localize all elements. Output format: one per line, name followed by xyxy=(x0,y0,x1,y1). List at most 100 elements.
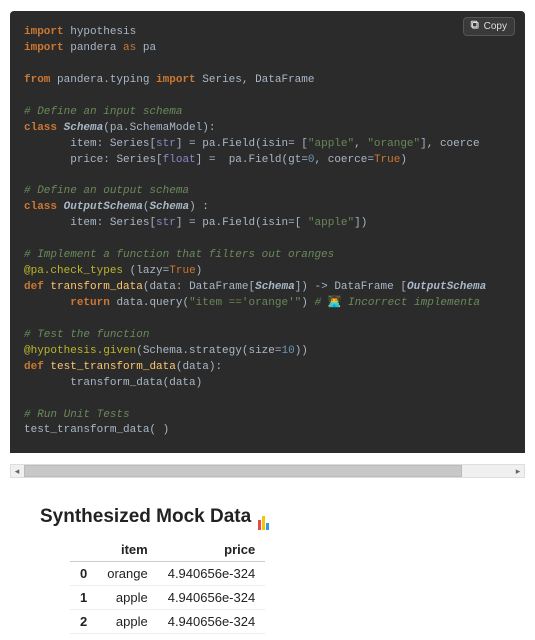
module-path: pandera.typing xyxy=(57,74,149,86)
type-param: OutputSchema xyxy=(407,281,486,293)
kwarg: coerce xyxy=(328,154,368,166)
table-row: 0 orange 4.940656e-324 xyxy=(70,562,265,586)
scroll-left-arrow-icon[interactable]: ◂ xyxy=(11,465,23,477)
decorator: @hypothesis.given xyxy=(24,345,136,357)
comment: # Define an input schema xyxy=(24,106,182,118)
type-float: float xyxy=(163,154,196,166)
attr-name: price xyxy=(70,154,103,166)
kwarg: isin xyxy=(262,138,288,150)
kw-class: class xyxy=(24,201,57,213)
string: "orange" xyxy=(367,138,420,150)
comment: # Implement a function that filters out … xyxy=(24,249,334,261)
comment: Incorrect implementa xyxy=(348,297,480,309)
module-name: pandera xyxy=(70,42,116,54)
copy-button[interactable]: Copy xyxy=(463,17,515,36)
cell-price: 4.940656e-324 xyxy=(158,562,265,586)
call: pa.Field xyxy=(202,138,255,150)
import-names: Series, DataFrame xyxy=(202,74,314,86)
cell-item: apple xyxy=(97,586,157,610)
kw-import: import xyxy=(24,26,64,38)
scroll-right-arrow-icon[interactable]: ▸ xyxy=(512,465,524,477)
type: Series xyxy=(116,154,156,166)
kwarg: lazy xyxy=(136,265,162,277)
code-block: import hypothesis import pandera as pa f… xyxy=(10,11,525,453)
param: data xyxy=(182,361,208,373)
kwarg: gt xyxy=(288,154,301,166)
data-table: item price 0 orange 4.940656e-324 1 appl… xyxy=(70,538,265,634)
type: DataFrame xyxy=(334,281,393,293)
type-str: str xyxy=(156,138,176,150)
base-class: Schema xyxy=(149,201,189,213)
table-header-row: item price xyxy=(70,538,265,562)
scrollbar-track[interactable] xyxy=(24,465,511,477)
kw-import: import xyxy=(24,42,64,54)
content-section: Synthesized Mock Data item price 0 orang… xyxy=(0,490,535,640)
class-name: OutputSchema xyxy=(64,201,143,213)
type-param: Schema xyxy=(255,281,295,293)
col-index xyxy=(70,538,97,562)
attr-name: item xyxy=(70,217,96,229)
call: pa.Field xyxy=(229,154,282,166)
call: test_transform_data( ) xyxy=(24,424,169,436)
type-str: str xyxy=(156,217,176,229)
comment: # Test the function xyxy=(24,329,149,341)
decorator: @pa.check_types xyxy=(24,265,123,277)
copy-icon xyxy=(470,20,480,33)
cell-price: 4.940656e-324 xyxy=(158,610,265,634)
col-item: item xyxy=(97,538,157,562)
kw-as: as xyxy=(123,42,136,54)
string: "item =='orange'" xyxy=(189,297,301,309)
arrow: -> xyxy=(315,281,328,293)
row-index: 2 xyxy=(70,610,97,634)
comment: # Run Unit Tests xyxy=(24,409,130,421)
cell-item: apple xyxy=(97,610,157,634)
comment: # Define an output schema xyxy=(24,185,189,197)
kw-return: return xyxy=(70,297,110,309)
section-heading: Synthesized Mock Data xyxy=(40,506,495,528)
horizontal-scrollbar[interactable]: ◂ ▸ xyxy=(10,464,525,478)
string: "apple" xyxy=(308,217,354,229)
bool: True xyxy=(374,154,400,166)
copy-button-label: Copy xyxy=(484,21,507,32)
call: Schema.strategy xyxy=(143,345,242,357)
kw-def: def xyxy=(24,361,44,373)
module-name: hypothesis xyxy=(70,26,136,38)
table-row: 1 apple 4.940656e-324 xyxy=(70,586,265,610)
scrollbar-thumb[interactable] xyxy=(24,465,462,477)
table-row: 2 apple 4.940656e-324 xyxy=(70,610,265,634)
kw-class: class xyxy=(24,122,57,134)
class-name: Schema xyxy=(64,122,104,134)
kw-import: import xyxy=(156,74,196,86)
kwarg: isin xyxy=(262,217,288,229)
type: Series xyxy=(110,138,150,150)
alias: pa xyxy=(143,42,156,54)
call: pa.Field xyxy=(202,217,255,229)
type: Series xyxy=(110,217,150,229)
fn-name: transform_data xyxy=(50,281,142,293)
number: 10 xyxy=(281,345,294,357)
type: DataFrame xyxy=(189,281,248,293)
call: data.query xyxy=(116,297,182,309)
kw-from: from xyxy=(24,74,50,86)
base-class: pa.SchemaModel xyxy=(110,122,202,134)
code-block-container: Copy import hypothesis import pandera as… xyxy=(10,11,525,453)
row-index: 1 xyxy=(70,586,97,610)
param: data xyxy=(149,281,175,293)
bool: True xyxy=(169,265,195,277)
bar-chart-icon xyxy=(258,508,274,524)
comment-hash: # xyxy=(314,297,321,309)
number: 0 xyxy=(308,154,315,166)
kwarg: size xyxy=(248,345,274,357)
attr-name: item xyxy=(70,138,96,150)
call: transform_data(data) xyxy=(70,377,202,389)
cell-price: 4.940656e-324 xyxy=(158,586,265,610)
row-index: 0 xyxy=(70,562,97,586)
cell-item: orange xyxy=(97,562,157,586)
heading-text: Synthesized Mock Data xyxy=(40,506,251,527)
col-price: price xyxy=(158,538,265,562)
string: "apple" xyxy=(308,138,354,150)
emoji-icon: 👨‍💻 xyxy=(328,297,342,309)
tail: , coerce xyxy=(427,138,480,150)
fn-name: test_transform_data xyxy=(50,361,175,373)
kw-def: def xyxy=(24,281,44,293)
